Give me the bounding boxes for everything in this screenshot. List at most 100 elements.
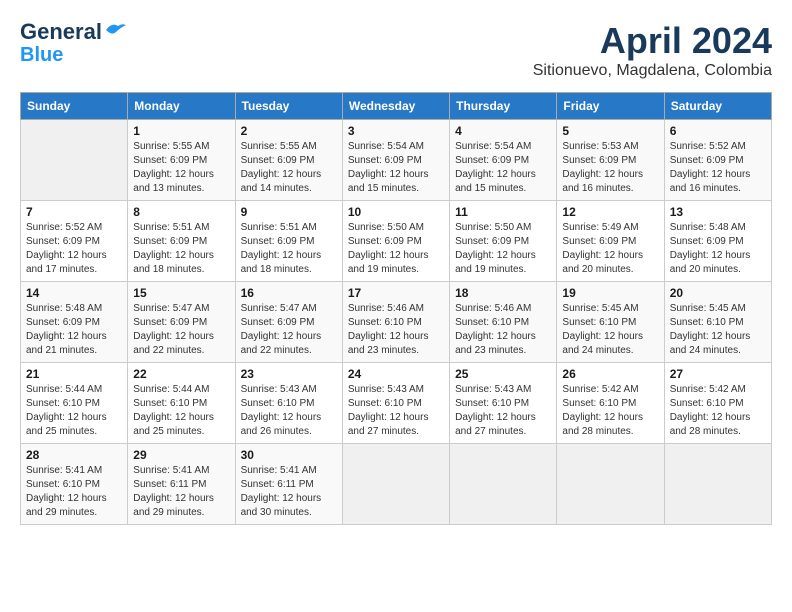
day-info: Sunrise: 5:55 AMSunset: 6:09 PMDaylight:…: [133, 141, 214, 194]
calendar-cell: 20 Sunrise: 5:45 AMSunset: 6:10 PMDaylig…: [664, 282, 771, 363]
day-number: 19: [562, 286, 658, 300]
calendar-cell: 29 Sunrise: 5:41 AMSunset: 6:11 PMDaylig…: [128, 444, 235, 525]
day-number: 28: [26, 448, 122, 462]
day-number: 13: [670, 205, 766, 219]
weekday-header-monday: Monday: [128, 93, 235, 120]
day-number: 25: [455, 367, 551, 381]
day-info: Sunrise: 5:52 AMSunset: 6:09 PMDaylight:…: [670, 141, 751, 194]
day-info: Sunrise: 5:41 AMSunset: 6:11 PMDaylight:…: [133, 465, 214, 518]
weekday-header-friday: Friday: [557, 93, 664, 120]
calendar-cell: 30 Sunrise: 5:41 AMSunset: 6:11 PMDaylig…: [235, 444, 342, 525]
calendar-cell: 10 Sunrise: 5:50 AMSunset: 6:09 PMDaylig…: [342, 201, 449, 282]
calendar-cell: 7 Sunrise: 5:52 AMSunset: 6:09 PMDayligh…: [21, 201, 128, 282]
calendar-cell: [450, 444, 557, 525]
day-info: Sunrise: 5:48 AMSunset: 6:09 PMDaylight:…: [26, 303, 107, 356]
day-info: Sunrise: 5:45 AMSunset: 6:10 PMDaylight:…: [670, 303, 751, 356]
calendar-cell: 25 Sunrise: 5:43 AMSunset: 6:10 PMDaylig…: [450, 363, 557, 444]
logo-text-blue: Blue: [20, 44, 63, 66]
day-info: Sunrise: 5:55 AMSunset: 6:09 PMDaylight:…: [241, 141, 322, 194]
day-number: 12: [562, 205, 658, 219]
calendar-table: SundayMondayTuesdayWednesdayThursdayFrid…: [20, 92, 772, 525]
logo: General Blue: [20, 20, 126, 66]
weekday-header-sunday: Sunday: [21, 93, 128, 120]
calendar-cell: 24 Sunrise: 5:43 AMSunset: 6:10 PMDaylig…: [342, 363, 449, 444]
day-number: 9: [241, 205, 337, 219]
day-number: 30: [241, 448, 337, 462]
calendar-cell: 11 Sunrise: 5:50 AMSunset: 6:09 PMDaylig…: [450, 201, 557, 282]
calendar-cell: 18 Sunrise: 5:46 AMSunset: 6:10 PMDaylig…: [450, 282, 557, 363]
day-info: Sunrise: 5:42 AMSunset: 6:10 PMDaylight:…: [562, 384, 643, 437]
calendar-cell: 23 Sunrise: 5:43 AMSunset: 6:10 PMDaylig…: [235, 363, 342, 444]
day-info: Sunrise: 5:54 AMSunset: 6:09 PMDaylight:…: [455, 141, 536, 194]
day-info: Sunrise: 5:43 AMSunset: 6:10 PMDaylight:…: [241, 384, 322, 437]
day-number: 8: [133, 205, 229, 219]
day-info: Sunrise: 5:46 AMSunset: 6:10 PMDaylight:…: [455, 303, 536, 356]
calendar-cell: 9 Sunrise: 5:51 AMSunset: 6:09 PMDayligh…: [235, 201, 342, 282]
day-number: 3: [348, 124, 444, 138]
calendar-cell: 8 Sunrise: 5:51 AMSunset: 6:09 PMDayligh…: [128, 201, 235, 282]
day-info: Sunrise: 5:51 AMSunset: 6:09 PMDaylight:…: [241, 222, 322, 275]
calendar-cell: 6 Sunrise: 5:52 AMSunset: 6:09 PMDayligh…: [664, 120, 771, 201]
calendar-cell: 21 Sunrise: 5:44 AMSunset: 6:10 PMDaylig…: [21, 363, 128, 444]
day-number: 16: [241, 286, 337, 300]
title-section: April 2024 Sitionuevo, Magdalena, Colomb…: [533, 20, 772, 80]
day-info: Sunrise: 5:50 AMSunset: 6:09 PMDaylight:…: [348, 222, 429, 275]
day-number: 18: [455, 286, 551, 300]
day-number: 23: [241, 367, 337, 381]
calendar-cell: 27 Sunrise: 5:42 AMSunset: 6:10 PMDaylig…: [664, 363, 771, 444]
calendar-cell: 1 Sunrise: 5:55 AMSunset: 6:09 PMDayligh…: [128, 120, 235, 201]
calendar-cell: 26 Sunrise: 5:42 AMSunset: 6:10 PMDaylig…: [557, 363, 664, 444]
day-number: 22: [133, 367, 229, 381]
day-info: Sunrise: 5:41 AMSunset: 6:11 PMDaylight:…: [241, 465, 322, 518]
day-info: Sunrise: 5:54 AMSunset: 6:09 PMDaylight:…: [348, 141, 429, 194]
calendar-cell: 28 Sunrise: 5:41 AMSunset: 6:10 PMDaylig…: [21, 444, 128, 525]
day-number: 10: [348, 205, 444, 219]
calendar-cell: [664, 444, 771, 525]
logo-bird-icon: [104, 22, 126, 38]
logo-text-general: General: [20, 20, 102, 44]
calendar-cell: 13 Sunrise: 5:48 AMSunset: 6:09 PMDaylig…: [664, 201, 771, 282]
location-title: Sitionuevo, Magdalena, Colombia: [533, 62, 772, 80]
day-info: Sunrise: 5:42 AMSunset: 6:10 PMDaylight:…: [670, 384, 751, 437]
calendar-cell: 19 Sunrise: 5:45 AMSunset: 6:10 PMDaylig…: [557, 282, 664, 363]
calendar-cell: 5 Sunrise: 5:53 AMSunset: 6:09 PMDayligh…: [557, 120, 664, 201]
day-info: Sunrise: 5:48 AMSunset: 6:09 PMDaylight:…: [670, 222, 751, 275]
day-info: Sunrise: 5:51 AMSunset: 6:09 PMDaylight:…: [133, 222, 214, 275]
day-number: 2: [241, 124, 337, 138]
day-info: Sunrise: 5:49 AMSunset: 6:09 PMDaylight:…: [562, 222, 643, 275]
day-info: Sunrise: 5:41 AMSunset: 6:10 PMDaylight:…: [26, 465, 107, 518]
day-number: 27: [670, 367, 766, 381]
day-info: Sunrise: 5:44 AMSunset: 6:10 PMDaylight:…: [26, 384, 107, 437]
day-number: 5: [562, 124, 658, 138]
weekday-header-thursday: Thursday: [450, 93, 557, 120]
weekday-header-row: SundayMondayTuesdayWednesdayThursdayFrid…: [21, 93, 772, 120]
weekday-header-wednesday: Wednesday: [342, 93, 449, 120]
day-info: Sunrise: 5:45 AMSunset: 6:10 PMDaylight:…: [562, 303, 643, 356]
day-info: Sunrise: 5:50 AMSunset: 6:09 PMDaylight:…: [455, 222, 536, 275]
day-info: Sunrise: 5:52 AMSunset: 6:09 PMDaylight:…: [26, 222, 107, 275]
day-number: 11: [455, 205, 551, 219]
day-info: Sunrise: 5:47 AMSunset: 6:09 PMDaylight:…: [133, 303, 214, 356]
calendar-cell: 14 Sunrise: 5:48 AMSunset: 6:09 PMDaylig…: [21, 282, 128, 363]
day-info: Sunrise: 5:43 AMSunset: 6:10 PMDaylight:…: [455, 384, 536, 437]
calendar-cell: 3 Sunrise: 5:54 AMSunset: 6:09 PMDayligh…: [342, 120, 449, 201]
day-number: 6: [670, 124, 766, 138]
day-number: 1: [133, 124, 229, 138]
day-info: Sunrise: 5:47 AMSunset: 6:09 PMDaylight:…: [241, 303, 322, 356]
day-number: 26: [562, 367, 658, 381]
day-number: 20: [670, 286, 766, 300]
day-number: 14: [26, 286, 122, 300]
calendar-cell: 2 Sunrise: 5:55 AMSunset: 6:09 PMDayligh…: [235, 120, 342, 201]
day-info: Sunrise: 5:44 AMSunset: 6:10 PMDaylight:…: [133, 384, 214, 437]
week-row-5: 28 Sunrise: 5:41 AMSunset: 6:10 PMDaylig…: [21, 444, 772, 525]
weekday-header-tuesday: Tuesday: [235, 93, 342, 120]
day-number: 7: [26, 205, 122, 219]
day-info: Sunrise: 5:53 AMSunset: 6:09 PMDaylight:…: [562, 141, 643, 194]
calendar-cell: 17 Sunrise: 5:46 AMSunset: 6:10 PMDaylig…: [342, 282, 449, 363]
calendar-cell: [557, 444, 664, 525]
calendar-cell: [342, 444, 449, 525]
day-number: 24: [348, 367, 444, 381]
page-header: General Blue April 2024 Sitionuevo, Magd…: [20, 20, 772, 80]
calendar-cell: [21, 120, 128, 201]
calendar-cell: 15 Sunrise: 5:47 AMSunset: 6:09 PMDaylig…: [128, 282, 235, 363]
